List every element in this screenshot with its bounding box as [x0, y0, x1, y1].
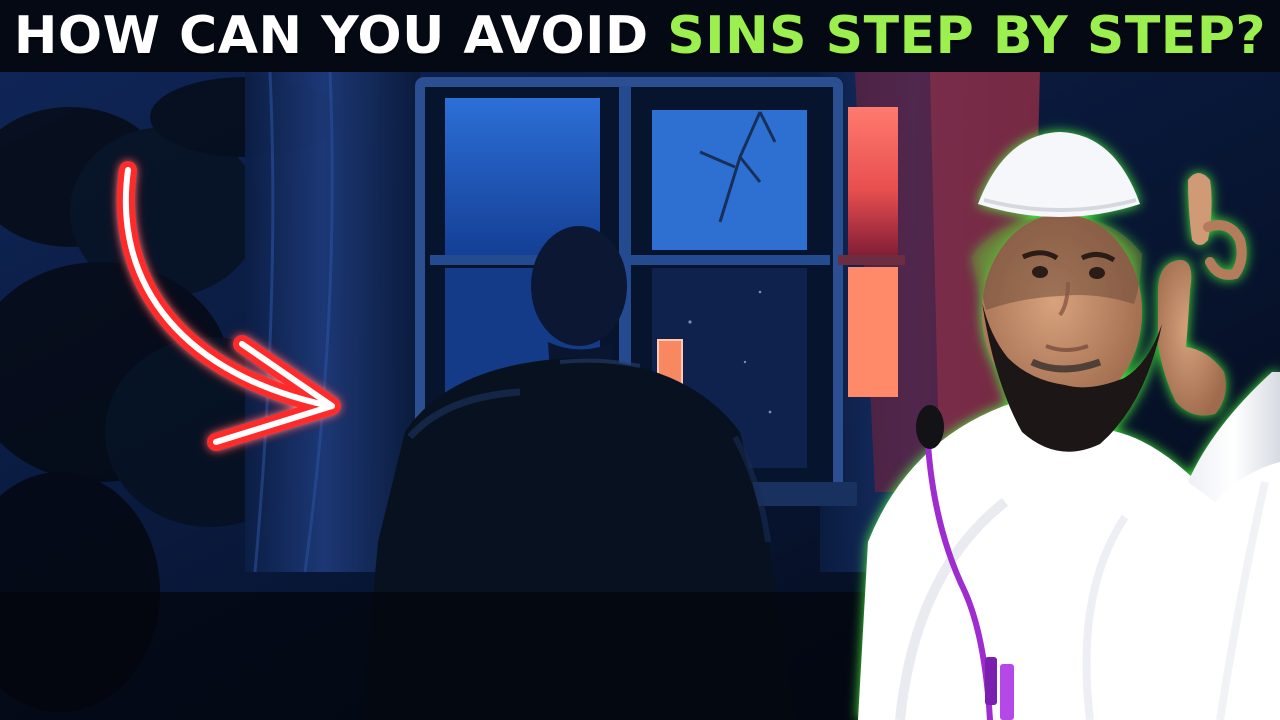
thumbnail-title: HOW CAN YOU AVOID SINS STEP BY STEP?	[14, 10, 1266, 62]
title-part-green: SINS STEP BY STEP?	[667, 6, 1267, 66]
background-scene	[0, 72, 1280, 720]
title-part-white: HOW CAN YOU AVOID	[13, 6, 649, 66]
title-bar: HOW CAN YOU AVOID SINS STEP BY STEP?	[0, 0, 1280, 72]
youtube-thumbnail: HOW CAN YOU AVOID SINS STEP BY STEP?	[0, 0, 1280, 720]
background-illustration	[0, 72, 1280, 720]
